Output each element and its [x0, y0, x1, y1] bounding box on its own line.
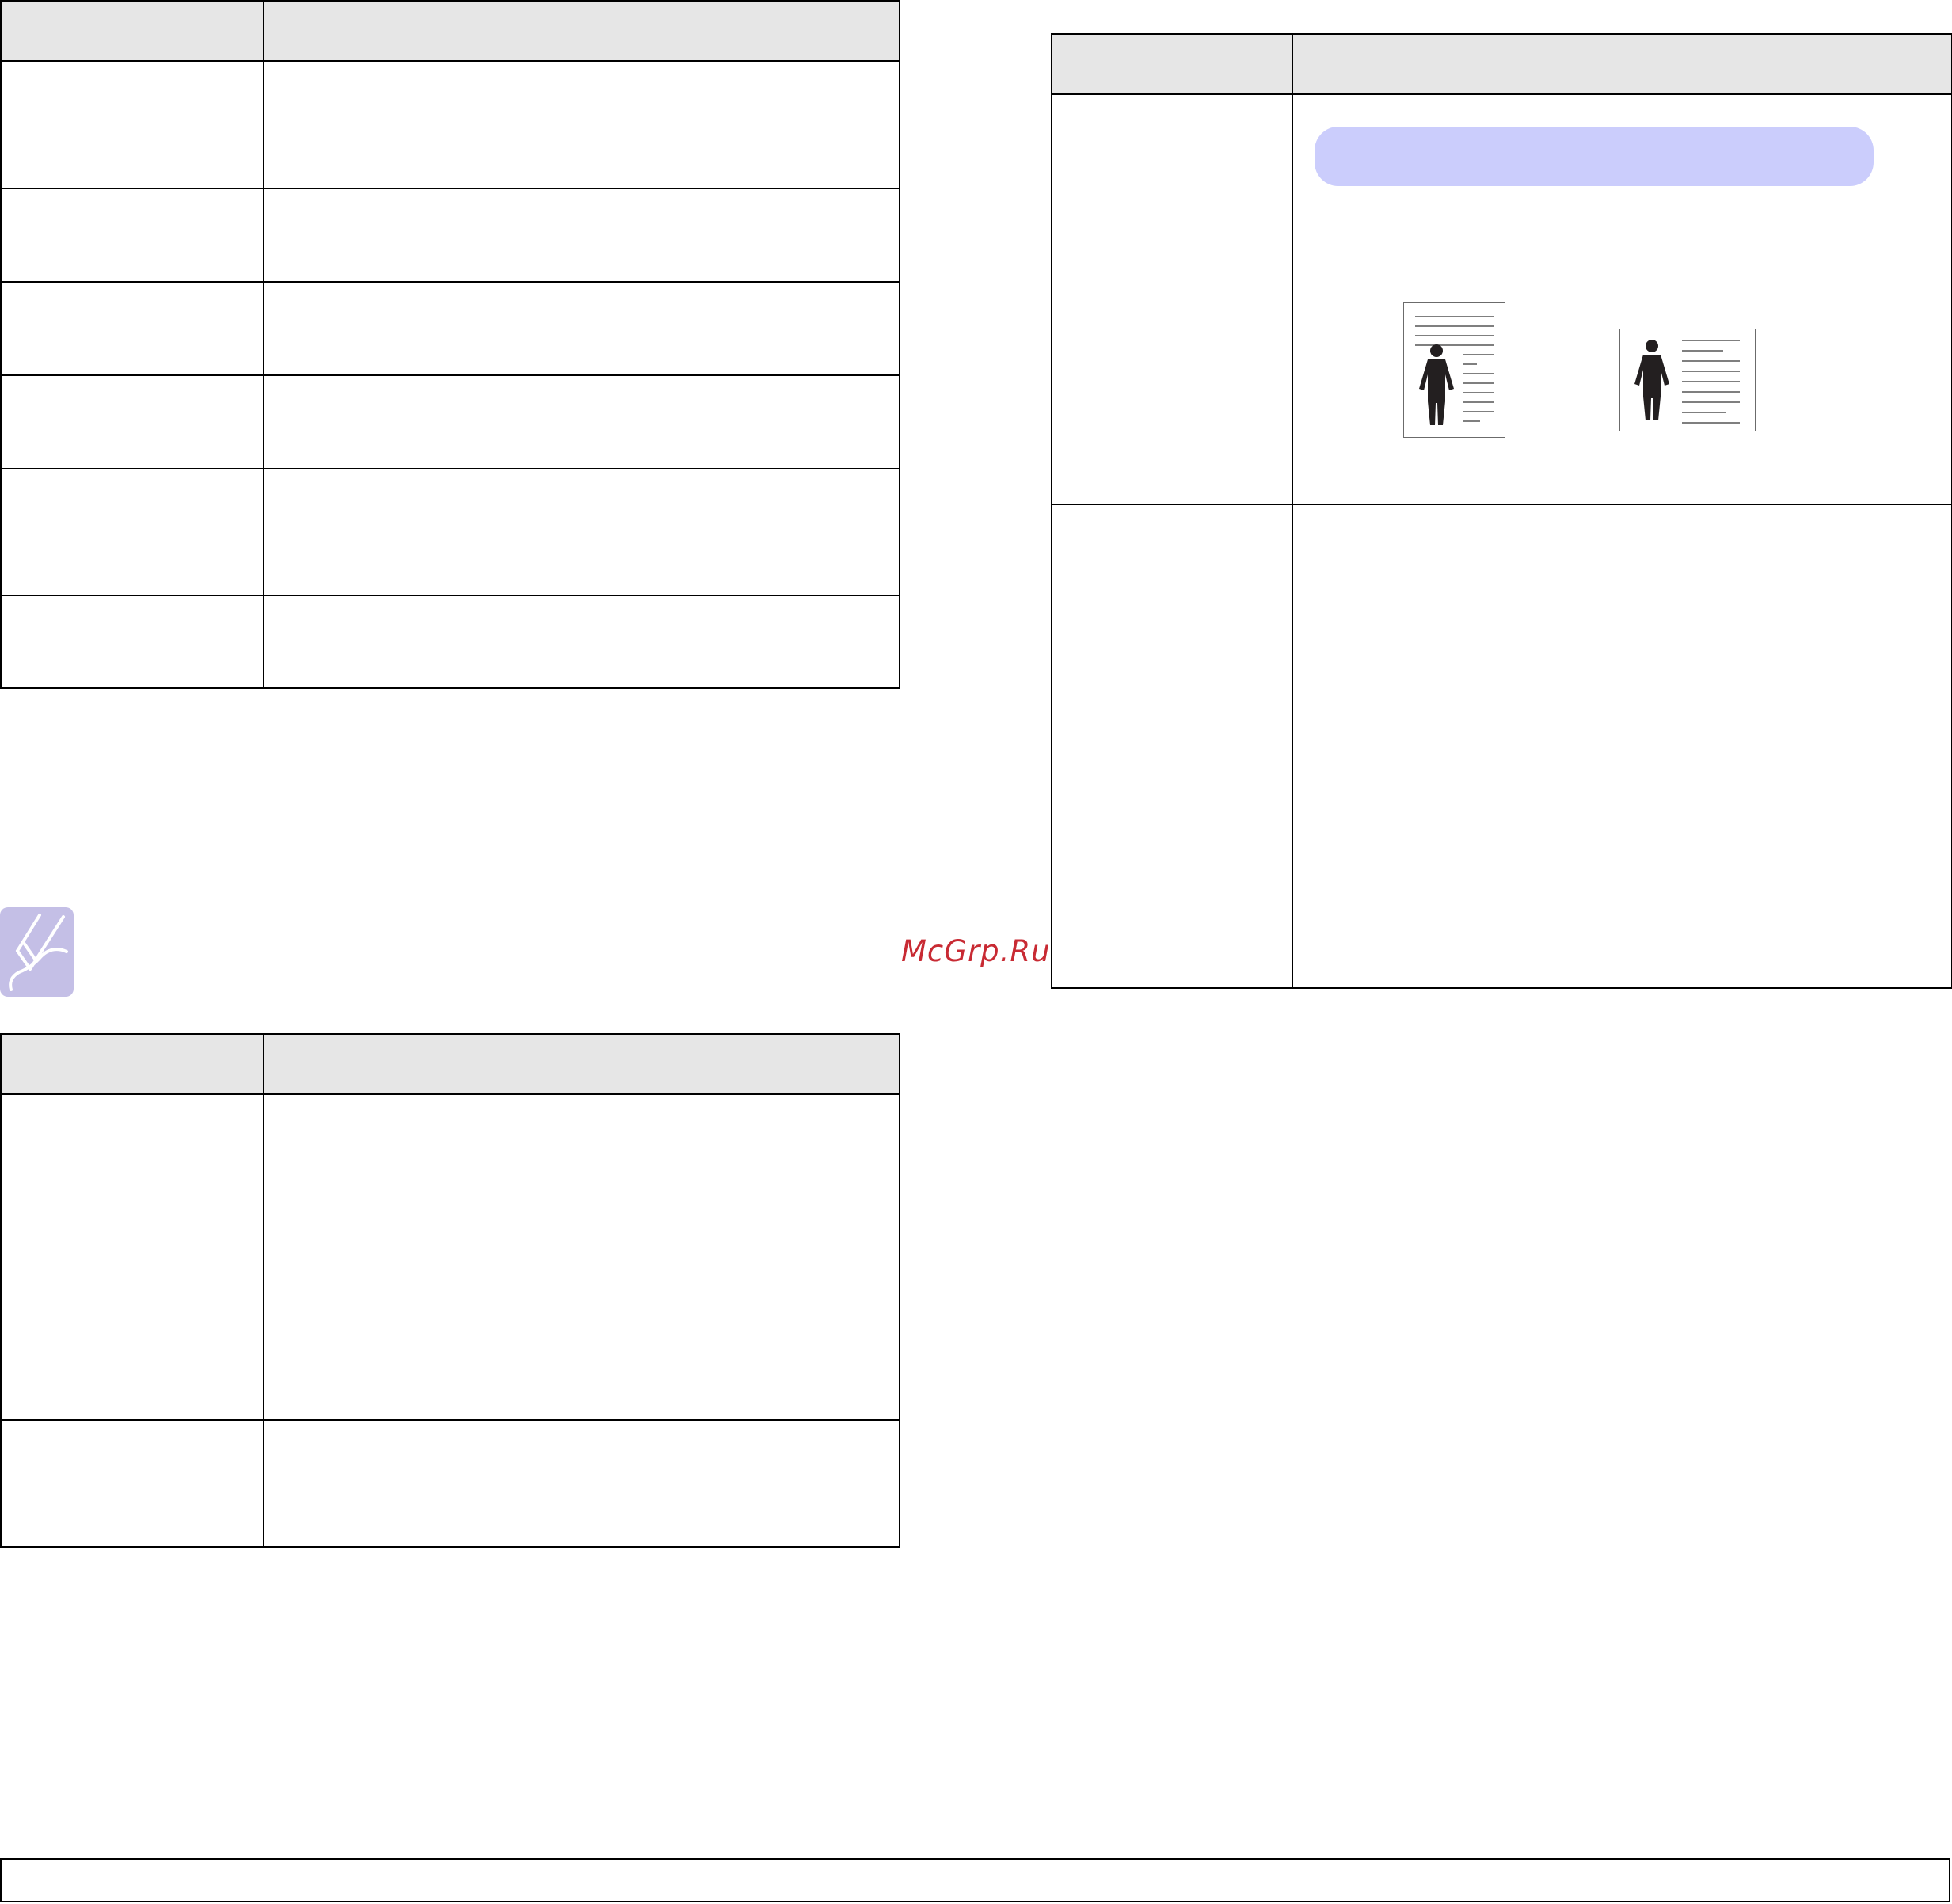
highlight-bar [1315, 127, 1874, 186]
portrait-page-icon [1403, 302, 1505, 438]
table-row [0, 188, 900, 283]
table-row [0, 1093, 900, 1421]
header-cell-2 [1292, 33, 1952, 95]
table-row [0, 281, 900, 376]
note-pencil-icon [0, 907, 74, 997]
landscape-page-icon [1619, 329, 1756, 431]
header-cell-2 [263, 0, 900, 62]
footer-bar [0, 1858, 1950, 1902]
watermark-text: McGrp.Ru [901, 934, 1051, 968]
table-row [0, 468, 900, 596]
table-row [0, 374, 900, 469]
left-bottom-table [0, 1033, 900, 1548]
table-header-row [0, 1033, 900, 1095]
table-header-row [0, 0, 900, 62]
header-cell-1 [0, 0, 264, 62]
table-row [0, 595, 900, 689]
header-cell-1 [1051, 33, 1293, 95]
header-cell-1 [0, 1033, 264, 1095]
left-top-table [0, 0, 900, 689]
table-row [1051, 504, 1952, 989]
header-cell-2 [263, 1033, 900, 1095]
table-row [0, 1419, 900, 1548]
table-header-row [1051, 33, 1952, 95]
table-row [0, 60, 900, 189]
